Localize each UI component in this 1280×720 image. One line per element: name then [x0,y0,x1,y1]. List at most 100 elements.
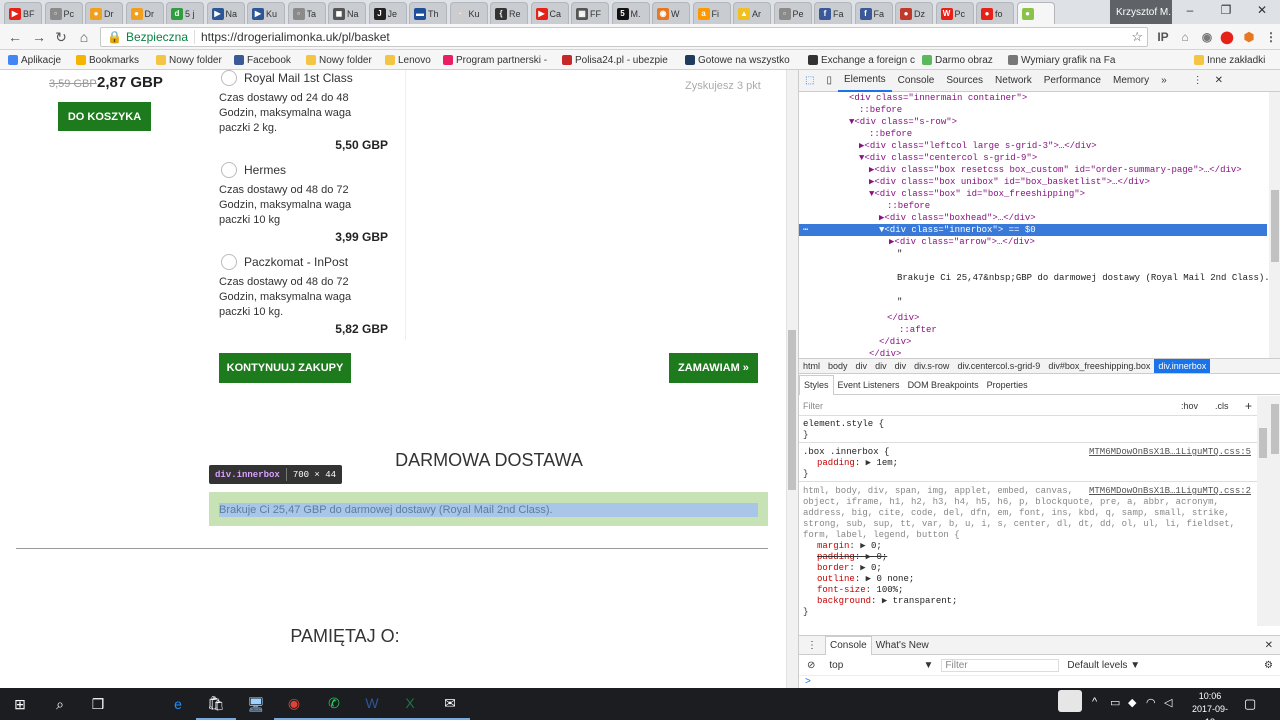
minimize-button[interactable]: – [1172,0,1208,20]
console-settings-icon[interactable]: ⚙ [1264,660,1273,671]
dom-node[interactable]: </div> [879,336,911,348]
restore-button[interactable]: ❐ [1208,0,1244,20]
dom-node[interactable]: ▶<div class="box unibox" id="box_basketl… [869,176,1150,188]
tab-memory[interactable]: Memory [1107,70,1155,92]
taskbar-app-icon[interactable]: ✉ [430,688,470,720]
bookmark-item[interactable]: Lenovo [385,53,431,67]
subtab-properties[interactable]: Properties [983,375,1032,395]
styles-filter[interactable]: Filter :hov .cls + [799,396,1269,416]
subtab-dom-breakpoints[interactable]: DOM Breakpoints [904,375,983,395]
browser-tab[interactable]: {Re [490,2,528,24]
dom-node[interactable]: ▼<div class="box" id="box_freeshipping"> [869,188,1085,200]
bookmark-item[interactable]: Program partnerski - [443,53,547,67]
wifi-icon[interactable]: ◠ [1146,696,1156,709]
breadcrumb-item[interactable]: div.innerbox [1154,359,1211,373]
subtab-event-listeners[interactable]: Event Listeners [834,375,904,395]
taskbar-app-icon[interactable]: ✆ [314,688,354,720]
ip-extension-icon[interactable]: IP [1154,28,1172,46]
element-style-rule[interactable]: element.style { [803,419,884,430]
breadcrumb-item[interactable]: body [824,359,852,373]
reload-icon[interactable]: ↻ [52,28,70,46]
dom-node[interactable]: <div class="innermain container"> [849,92,1027,104]
dom-node[interactable]: ▼<div class="s-row"> [849,116,957,128]
rule-selector[interactable]: object, iframe, h1, h2, h3, h4, h5, h6, … [803,497,1219,508]
taskbar-app-icon[interactable]: ⊞ [0,688,40,720]
extension-icon[interactable]: ⌂ [1176,28,1194,46]
breadcrumb-item[interactable]: html [799,359,824,373]
browser-tab[interactable]: ▫ Pc [44,2,83,24]
dom-node[interactable]: </div> [869,348,901,358]
shipping-radio[interactable] [221,254,237,270]
order-button[interactable]: ZAMAWIAM » [669,353,758,383]
rule-selector[interactable]: form, label, legend, button { [803,530,960,541]
style-declaration[interactable]: margin: ▶ 0; [817,541,882,552]
browser-tab[interactable]: ● Dr [125,2,164,24]
browser-tab[interactable]: · Ku [449,2,488,24]
browser-tab[interactable]: f Fa [854,2,893,24]
dom-node[interactable]: ::before [869,128,912,140]
system-clock[interactable]: 10:06 2017-09-18 [1188,690,1232,720]
taskbar-app-icon[interactable]: ❒ [78,688,118,720]
inspect-element-icon[interactable]: ⬚ [799,70,820,92]
battery-icon[interactable]: ▭ [1110,696,1120,709]
bookmark-item[interactable]: Facebook [234,53,291,67]
new-rule-button[interactable]: + [1245,399,1252,413]
drawer-menu-icon[interactable]: ⋮ [799,640,825,651]
browser-tab[interactable]: W Pc [935,2,974,24]
dom-text[interactable]: Brakuje Ci 25,47&nbsp;GBP do darmowej do… [897,272,1269,284]
rule-selector[interactable]: html, body, div, span, img, applet, embe… [803,486,1073,497]
sidebar-scrollbar-thumb[interactable] [1271,404,1279,454]
style-declaration-overridden[interactable]: padding: ▶ 0; [817,552,887,563]
style-declaration[interactable]: font-size: 100%; [817,585,903,596]
notifications-icon[interactable]: ▢ [1244,696,1256,712]
dom-node[interactable]: ▶<div class="box resetcss box_custom" id… [869,164,1242,176]
more-tabs-icon[interactable]: » [1155,70,1173,92]
continue-shopping-button[interactable]: KONTYNUUJ ZAKUPY [219,353,351,383]
clear-console-icon[interactable]: ⊘ [799,660,823,671]
tab-sources[interactable]: Sources [940,70,989,92]
bookmark-item[interactable]: Polisa24.pl - ubezpie [562,53,668,67]
secure-indicator[interactable]: 🔒 Bezpieczna [107,30,195,44]
taskbar-app-icon[interactable]: X [390,688,430,720]
hov-toggle[interactable]: :hov [1181,401,1198,411]
dom-node[interactable]: ▶<div class="arrow">…</div> [889,236,1035,248]
taskbar-app-icon[interactable]: e [158,688,198,720]
dom-node[interactable]: </div> [887,312,919,324]
dom-node[interactable]: ::after [899,324,937,336]
rule-selector[interactable]: .box .innerbox { [803,447,889,458]
device-toolbar-icon[interactable]: ▯ [820,70,838,92]
tab-performance[interactable]: Performance [1038,70,1107,92]
volume-icon[interactable]: ◁ [1164,696,1172,709]
devtools-menu-icon[interactable]: ⋮ [1187,70,1209,92]
browser-tab[interactable]: ▶ Ca [530,2,569,24]
console-prompt[interactable]: > [805,676,811,687]
page-scrollbar-thumb[interactable] [788,330,796,490]
browser-tab[interactable]: ◉ W [652,2,690,24]
drawer-tab-whats-new[interactable]: What's New [872,640,933,651]
taskbar-app-icon[interactable]: ◉ [274,688,314,720]
log-levels-dropdown[interactable]: Default levels ▼ [1067,660,1140,671]
home-icon[interactable]: ⌂ [75,28,93,46]
taskbar-app-icon[interactable]: ⌕ [40,688,80,720]
network-icon[interactable]: ◆ [1128,696,1136,709]
browser-tab[interactable]: a Fi [692,2,731,24]
browser-tab[interactable]: ▶ BF [4,2,42,24]
browser-tab[interactable]: ● Dz [895,2,933,24]
browser-tab[interactable]: ▶ Ku [247,2,285,24]
bookmark-item[interactable]: Aplikacje [8,53,61,67]
bookmark-item[interactable]: Darmo obraz [922,53,993,67]
add-to-cart-button[interactable]: DO KOSZYKA [58,102,151,131]
browser-tab[interactable]: ▬ Th [409,2,447,24]
extension-icon[interactable]: ⬢ [1240,28,1258,46]
rule-source-link[interactable]: MTM6MDowOnBsX1B…1LiguMTQ.css:2 [1089,486,1251,497]
shipping-radio[interactable] [221,162,237,178]
bookmark-item[interactable]: Exchange a foreign c [808,53,915,67]
bookmark-item[interactable]: Gotowe na wszystko [685,53,790,67]
dom-text[interactable]: " [897,296,902,308]
dom-node-selected[interactable]: ▼<div class="innerbox"> == $0 [879,224,1036,236]
dom-node[interactable]: ▶<div class="boxhead">…</div> [879,212,1036,224]
dom-node[interactable]: ▼<div class="centercol s-grid-9"> [859,152,1037,164]
opera-extension-icon[interactable]: ⬤ [1218,28,1236,46]
browser-tab[interactable]: ● [1016,2,1055,24]
extension-icon[interactable]: ◉ [1198,28,1216,46]
